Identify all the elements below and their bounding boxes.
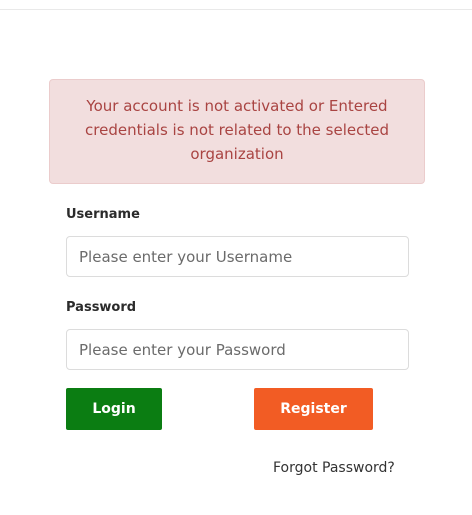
register-button[interactable]: Register bbox=[254, 388, 373, 430]
login-page: Your account is not activated or Entered… bbox=[0, 0, 472, 515]
username-label: Username bbox=[66, 207, 140, 222]
error-message: Your account is not activated or Entered… bbox=[85, 97, 389, 163]
password-input[interactable] bbox=[66, 329, 409, 370]
username-input[interactable] bbox=[66, 236, 409, 277]
top-divider bbox=[0, 9, 472, 10]
password-label: Password bbox=[66, 300, 137, 315]
forgot-password-link[interactable]: Forgot Password? bbox=[273, 460, 395, 476]
error-alert: Your account is not activated or Entered… bbox=[49, 79, 425, 184]
login-button[interactable]: Login bbox=[66, 388, 162, 430]
